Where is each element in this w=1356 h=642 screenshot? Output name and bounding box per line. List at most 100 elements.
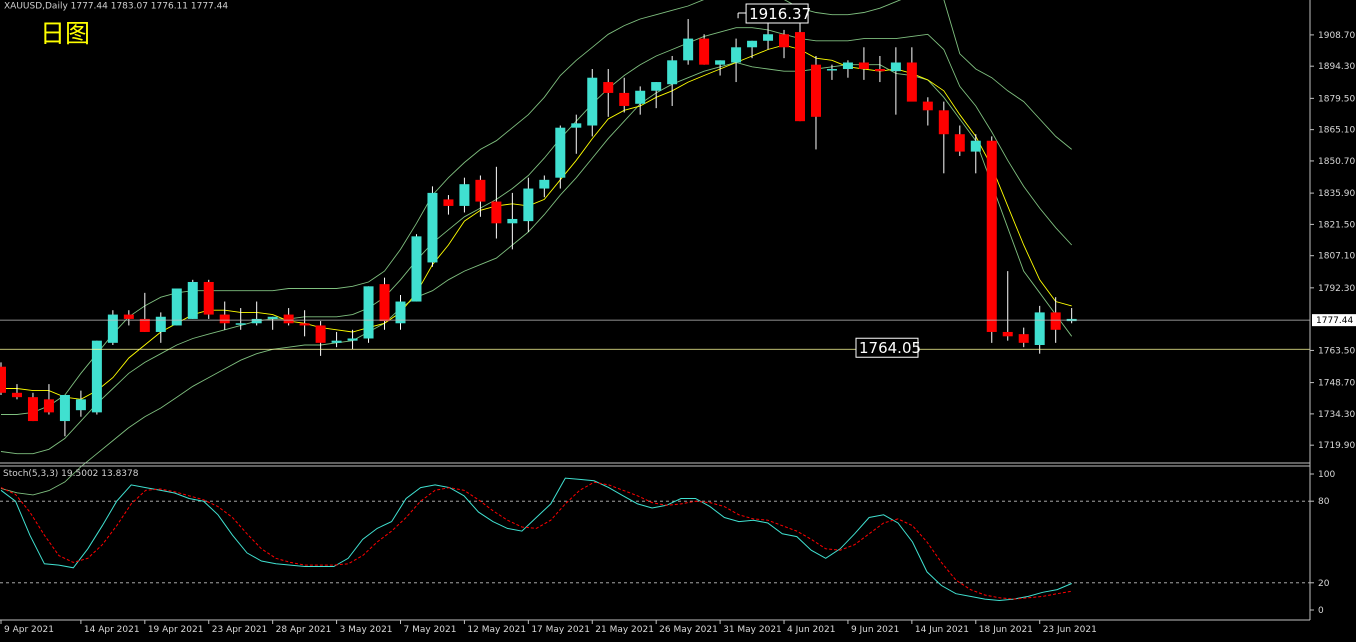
candle-bull [235,323,246,325]
y-tick-label: 1734.30 [1318,410,1355,420]
support-annotation-label: 1764.05 [859,339,921,357]
candle-bull [347,338,358,341]
support-annotation: 1764.05 [855,337,921,358]
candle-bear [699,38,710,65]
x-tick-label: 28 Apr 2021 [276,625,332,635]
x-tick-label: 18 Jun 2021 [979,625,1033,635]
x-tick-label: 23 Apr 2021 [212,625,268,635]
stoch-y-tick-label: 0 [1318,606,1324,616]
candle-bull [75,399,86,411]
y-tick-label: 1821.50 [1318,220,1355,230]
chart-svg: 1908.70 1894.30 1879.50 1865.10 1850.70 1835.… [0,0,1356,635]
candle-bear [906,62,917,102]
y-tick-label: 1850.70 [1318,157,1355,167]
candle-bull [91,340,102,413]
candle-bull [731,47,742,63]
current-price-tag-label: 1777.44 [1316,316,1353,326]
candle-bear [986,140,997,332]
x-tick-label: 26 May 2021 [659,625,718,635]
y-tick-label: 1719.90 [1318,441,1355,451]
x-tick-label: 14 Apr 2021 [84,625,140,635]
candle-bull [59,394,70,422]
candle-bear [1050,312,1061,330]
stoch-y-tick-label: 20 [1318,579,1330,589]
candle-bull [587,77,598,126]
candle-bear [619,92,630,106]
candle-bull [826,69,837,71]
candle-bull [970,140,981,152]
candle-bear [43,399,54,413]
stoch-y-tick-label: 100 [1318,470,1335,480]
candle-bear [379,284,390,322]
candle-bull [1034,312,1045,345]
candle-bear [1018,334,1029,343]
candle-bull [763,34,774,41]
main-panel [0,0,1310,496]
candle-bear [795,32,805,122]
candle-bull [187,281,198,319]
y-tick-label: 1908.70 [1318,31,1355,41]
x-tick-label: 17 May 2021 [531,625,590,635]
candle-bull [331,340,342,343]
candle-bull [427,192,438,263]
candle-bull [667,60,678,85]
candle-bull [890,62,901,72]
candle-bull [651,82,662,91]
stoch-y-tick-label: 80 [1318,497,1330,507]
current-price-tag: 1777.44 [1312,314,1356,327]
candle-bear [874,69,885,72]
candle-bull [363,286,374,339]
y-tick-label: 1835.90 [1318,189,1355,199]
candle-bull [842,62,853,70]
candle-bear [443,199,454,206]
candle-bear [491,201,502,224]
x-tick-label: 21 May 2021 [595,625,654,635]
candle-bear [219,314,230,324]
high-annotation: 1916.37 [737,3,811,24]
high-annotation-label: 1916.37 [749,5,811,23]
candle-bull [107,314,118,343]
candle-bear [27,397,38,422]
candle-bull [507,218,518,224]
chart-caption: 日图 [40,19,90,48]
candle-bear [283,314,294,324]
x-tick-label: 12 May 2021 [467,625,526,635]
candle-bull [155,316,166,332]
candle-bear [0,366,6,393]
x-tick-label: 4 Jun 2021 [787,625,835,635]
candle-bull [459,184,470,206]
candle-bear [139,318,150,332]
x-tick-label: 19 Apr 2021 [148,625,204,635]
candle-bear [810,64,821,117]
y-tick-label: 1894.30 [1318,62,1355,72]
y-axis: 1908.70 1894.30 1879.50 1865.10 1850.70 1835.… [1310,31,1355,451]
y-tick-label: 1807.10 [1318,252,1355,262]
candle-bear [11,392,22,398]
stoch-layer [0,477,1310,602]
candle-bear [475,179,486,202]
x-tick-label: 9 Jun 2021 [851,625,899,635]
stoch-header: Stoch(5,3,3) 19.5002 13.8378 [3,469,139,479]
x-axis: 9 Apr 2021 14 Apr 2021 19 Apr 2021 23 Apr 2… [0,620,1097,635]
candle-bull [571,123,582,128]
candle-bull [523,188,534,222]
x-tick-label: 3 May 2021 [340,625,393,635]
candle-bear [299,323,310,326]
x-tick-label: 14 Jun 2021 [915,625,969,635]
candle-bear [858,62,869,70]
candle-bull [747,40,758,48]
main-plot-bg [0,0,1310,462]
candle-bear [779,34,790,48]
candle-bull [635,90,646,104]
candle-bear [315,325,326,343]
candle-bear [123,314,134,319]
y-tick-label: 1879.50 [1318,94,1355,104]
candle-bear [603,82,614,93]
x-tick-label: 9 Apr 2021 [4,625,54,635]
candle-bull [715,60,726,65]
candle-bull [267,316,278,319]
candle-bear [203,281,214,315]
candle-bear [1002,331,1013,337]
x-tick-label: 23 Jun 2021 [1043,625,1097,635]
candle-bear [938,110,949,135]
